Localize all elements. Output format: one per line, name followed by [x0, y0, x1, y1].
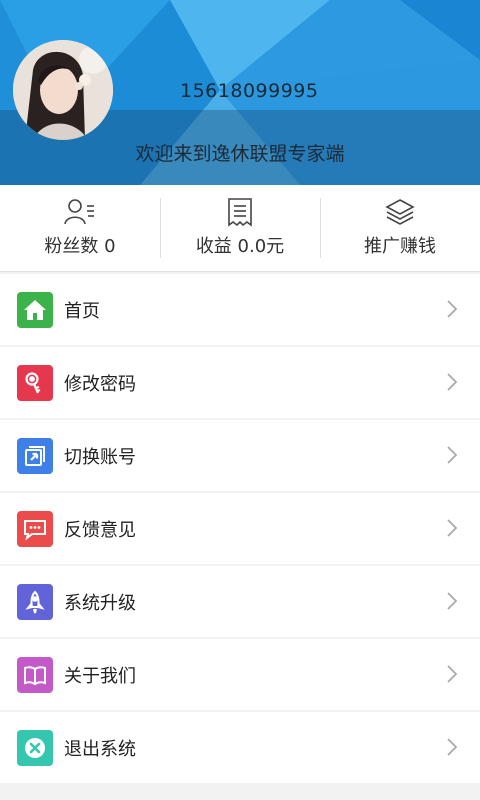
- phone-number: 15618099995: [180, 80, 319, 102]
- avatar[interactable]: [13, 40, 113, 140]
- stat-earnings[interactable]: 收益 0.0元: [160, 185, 320, 271]
- receipt-icon: [227, 197, 253, 227]
- menu-item-home[interactable]: 首页: [0, 274, 480, 345]
- chevron-right-icon: [447, 592, 458, 610]
- menu-item-feedback[interactable]: 反馈意见: [0, 493, 480, 564]
- menu-item-label: 切换账号: [64, 446, 136, 468]
- chevron-right-icon: [447, 373, 458, 391]
- user-list-icon: [64, 197, 96, 227]
- chevron-right-icon: [447, 300, 458, 318]
- stat-fans[interactable]: 粉丝数 0: [0, 185, 160, 271]
- menu-item-label: 首页: [64, 300, 100, 322]
- menu-item-label: 反馈意见: [64, 519, 136, 541]
- layers-icon: [385, 197, 415, 227]
- welcome-text: 欢迎来到逸休联盟专家端: [135, 143, 345, 165]
- menu-item-switch-account[interactable]: 切换账号: [0, 420, 480, 491]
- key-icon: [17, 364, 53, 401]
- menu-item-label: 退出系统: [64, 738, 136, 760]
- chevron-right-icon: [447, 519, 458, 537]
- close-circle-icon: [17, 729, 53, 766]
- rocket-icon: [17, 583, 53, 620]
- menu-item-about-us[interactable]: 关于我们: [0, 639, 480, 710]
- stat-promote-label: 推广赚钱: [364, 236, 436, 257]
- menu-list: 首页 修改密码 切换账号 反馈意见 系统升级 关于我们 退出系统: [0, 274, 480, 783]
- chevron-right-icon: [447, 738, 458, 756]
- stat-promote[interactable]: 推广赚钱: [320, 185, 480, 271]
- switch-account-icon: [17, 437, 53, 474]
- menu-item-logout[interactable]: 退出系统: [0, 712, 480, 783]
- menu-item-label: 修改密码: [64, 373, 136, 395]
- menu-item-system-upgrade[interactable]: 系统升级: [0, 566, 480, 637]
- menu-item-label: 关于我们: [64, 665, 136, 687]
- chevron-right-icon: [447, 446, 458, 464]
- stats-bar: 粉丝数 0 收益 0.0元 推广赚钱: [0, 185, 480, 272]
- chevron-right-icon: [447, 665, 458, 683]
- profile-header: 15618099995 欢迎来到逸休联盟专家端: [0, 0, 480, 185]
- menu-item-change-password[interactable]: 修改密码: [0, 347, 480, 418]
- stat-earnings-label: 收益 0.0元: [195, 236, 285, 257]
- stat-fans-label: 粉丝数 0: [44, 236, 116, 257]
- book-icon: [17, 656, 53, 693]
- menu-item-label: 系统升级: [64, 592, 136, 614]
- home-icon: [17, 291, 53, 328]
- chat-icon: [17, 510, 53, 547]
